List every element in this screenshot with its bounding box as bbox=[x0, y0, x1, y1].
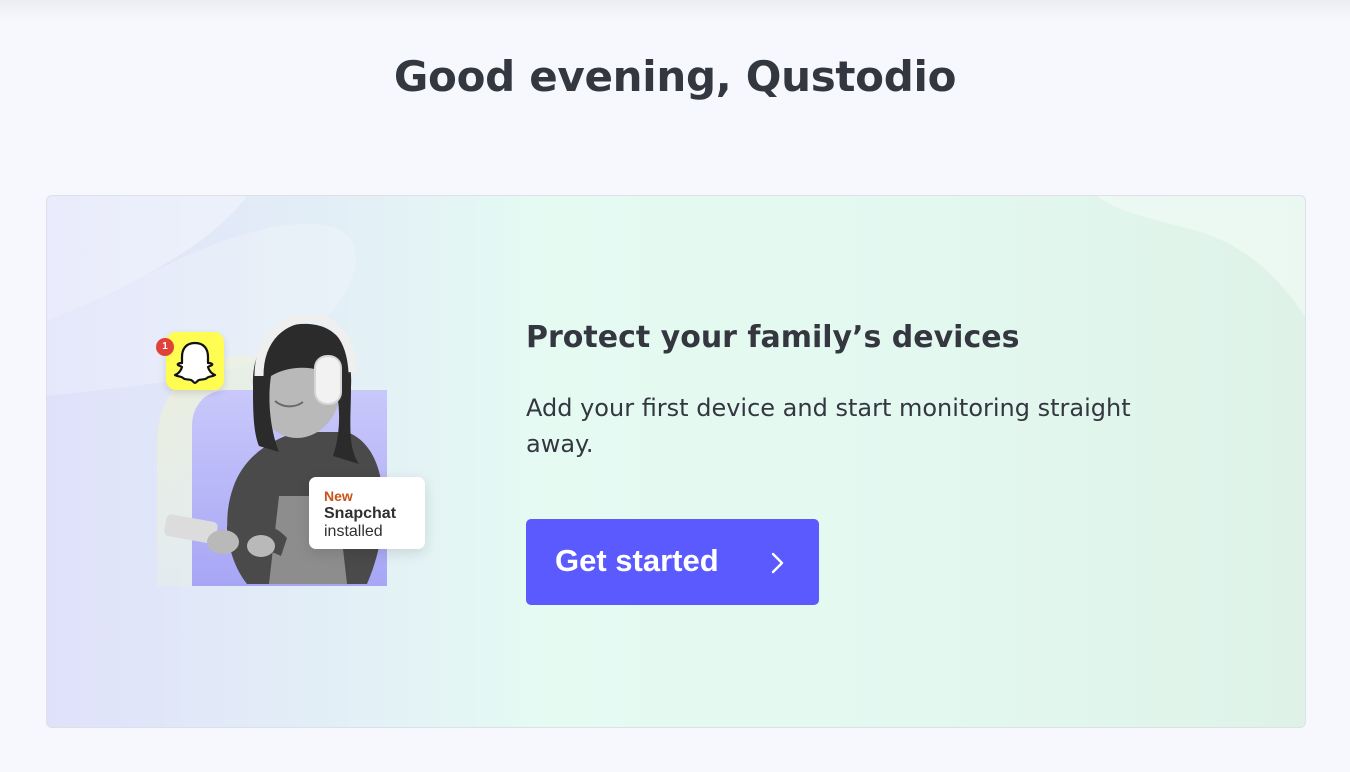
toast-status: installed bbox=[324, 523, 383, 540]
get-started-label: Get started bbox=[555, 543, 719, 578]
top-bar-shadow bbox=[0, 0, 1350, 22]
card-title: Protect your family’s devices bbox=[526, 320, 1020, 355]
toast-app-name: Snapchat bbox=[324, 505, 397, 522]
add-device-card: 1 New Snapchat installed Protect your fa… bbox=[46, 195, 1306, 728]
greeting-heading: Good evening, Qustodio bbox=[393, 52, 957, 101]
snapchat-ghost-icon bbox=[173, 341, 217, 385]
app-installed-toast: New Snapchat installed bbox=[309, 477, 425, 549]
girl-with-phone-illustration: 1 New Snapchat installed bbox=[47, 196, 527, 727]
girl-illustration-image bbox=[157, 313, 387, 586]
chevron-right-icon bbox=[771, 552, 784, 574]
get-started-button[interactable]: Get started bbox=[526, 519, 819, 605]
notification-count-badge: 1 bbox=[156, 338, 174, 356]
card-description: Add your first device and start monitori… bbox=[526, 394, 1131, 458]
snapchat-app-icon bbox=[166, 332, 224, 390]
toast-new-label: New bbox=[324, 488, 353, 504]
